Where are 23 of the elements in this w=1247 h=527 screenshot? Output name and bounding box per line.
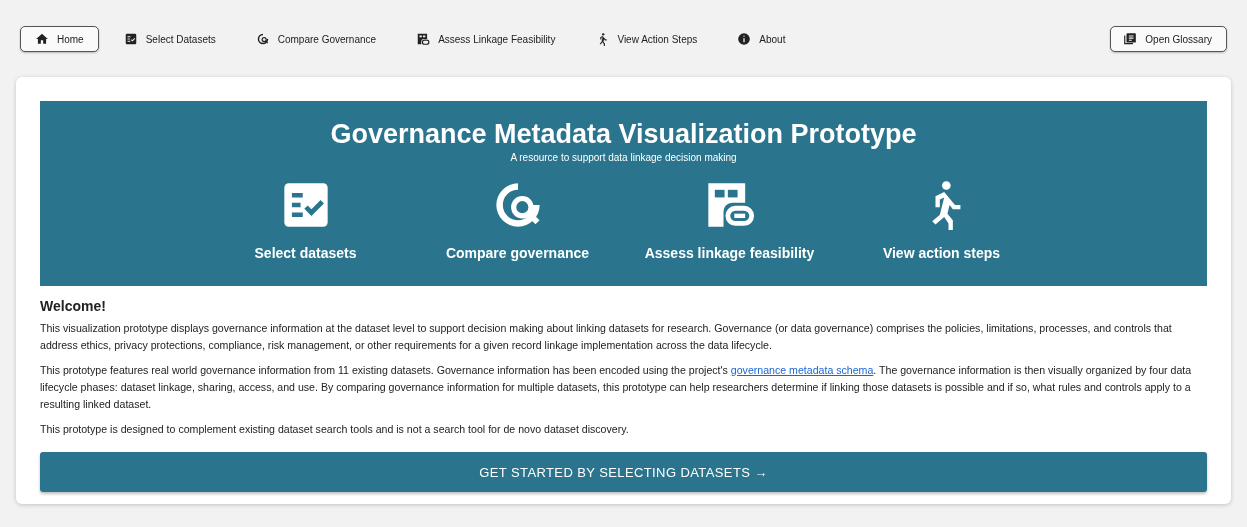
grid-link-icon <box>416 32 431 46</box>
scope-paragraph: This prototype is designed to complement existing dataset search tools and is not a search tool for de novo dataset discovery. <box>40 422 630 437</box>
feature-label: Compare governance <box>445 245 590 261</box>
nav-tab[interactable]: Select Datasets <box>108 26 231 52</box>
feature-label: Select datasets <box>254 245 357 261</box>
info-icon <box>737 32 752 46</box>
intro-paragraph: This visualization prototype displays governance information at the dataset level to support decision making about linking datasets for research. Governance (or data governance) comprises the policies, limitations, processes, and controls that address ethics, privacy protections, compliance, risk management, or other requirements for a given record linkage implementation across the data lifecycle. <box>40 321 1173 353</box>
welcome-heading: Welcome! <box>40 298 107 314</box>
banner-subtitle: A resource to support data linkage decision making <box>510 152 737 163</box>
nav-tab[interactable]: Compare Governance <box>240 26 392 52</box>
nav-tab[interactable]: Home <box>20 26 99 52</box>
nav-tab[interactable]: About <box>722 26 801 52</box>
checklist-icon <box>123 32 138 46</box>
open-glossary-button[interactable]: Open Glossary <box>1110 26 1227 52</box>
get-started-button[interactable]: GET STARTED BY SELECTING DATASETS → <box>40 452 1207 492</box>
house-icon <box>35 32 49 46</box>
prototype-paragraph: This prototype features real world governance information from 11 existing datasets. Governance information has been encoded using the project's governance metadata schema. The governance information is then visually organized by four data lifecycle phases: dataset linkage, sharing, access, and use. By comparing governance information for multiple datasets, this prototype can help researchers determine if linking those datasets is possible and if so, what rules and controls apply to a resulting linked dataset. <box>40 363 1193 412</box>
book-stack-icon <box>1123 32 1138 46</box>
nav-tab[interactable]: Assess Linkage Feasibility <box>401 26 571 52</box>
feature-label: Assess linkage feasibility <box>644 245 815 261</box>
banner-title: Governance Metadata Visualization Prototype <box>330 119 917 150</box>
nav-tab[interactable]: View Action Steps <box>580 26 713 52</box>
feature-label: View action steps <box>882 245 1001 261</box>
